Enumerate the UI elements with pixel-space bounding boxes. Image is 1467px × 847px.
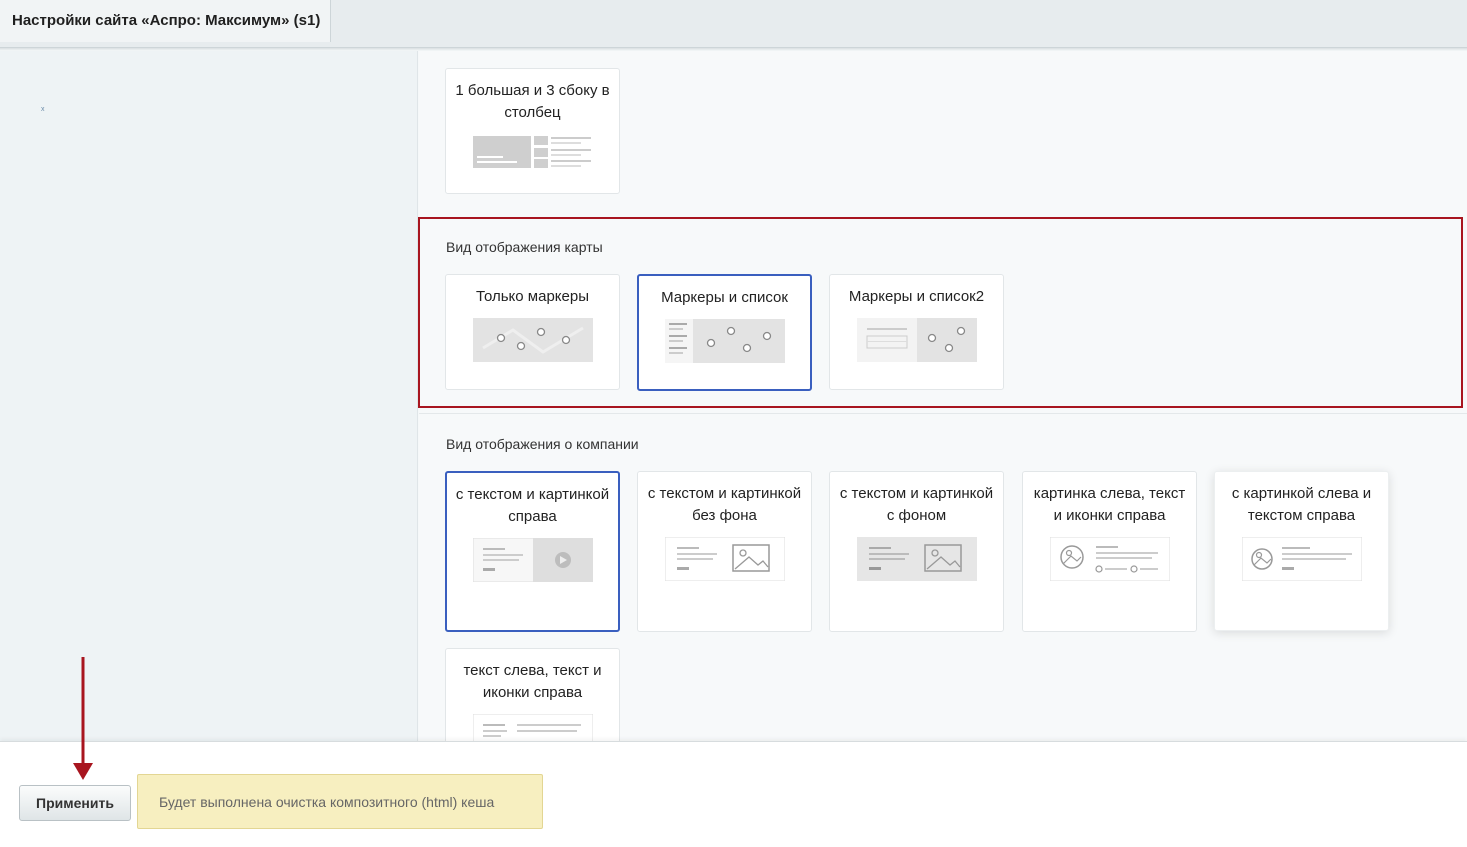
option-label: с текстом и картинкой справа [455,486,610,525]
option-label: картинка слева, текст и иконки справа [1033,485,1186,524]
option-label: с картинкой слева и текстом справа [1231,485,1372,524]
option-label: Маркеры и список2 [848,288,985,305]
map-option-markers-only[interactable]: Только маркеры [445,274,620,390]
map-list2-preview-icon [856,318,977,362]
text-image-bg-preview-icon [856,537,977,581]
left-panel-mark: х [41,106,45,113]
company-section-title: Вид отображения о компании [446,436,639,452]
option-label: 1 большая и 3 сбоку в столбец [455,82,610,121]
map-list-preview-icon [664,319,785,363]
option-1-big-3-side[interactable]: 1 большая и 3 сбоку в столбец [445,68,620,194]
red-arrow-icon [73,657,93,780]
window-title-tab[interactable]: Настройки сайта «Аспро: Максимум» (s1) [0,0,331,42]
company-option-text-image-right[interactable]: с текстом и картинкой справа [445,471,620,632]
layout-preview-icon [472,136,591,168]
top-bar: Настройки сайта «Аспро: Максимум» (s1) [0,0,1467,48]
map-option-markers-and-list[interactable]: Маркеры и список [637,274,812,391]
cache-notice: Будет выполнена очистка композитного (ht… [137,774,543,829]
company-option-image-left-text-right[interactable]: с картинкой слева и текстом справа [1214,471,1389,631]
map-preview-icon [472,318,593,362]
apply-button[interactable]: Применить [19,785,131,821]
option-label: с текстом и картинкой с фоном [839,485,994,524]
text-image-preview-icon [472,538,593,582]
image-left-text-preview-icon [1241,537,1362,581]
option-label: с текстом и картинкой без фона [647,485,802,524]
company-option-image-left-icons[interactable]: картинка слева, текст и иконки справа [1022,471,1197,632]
option-label: Маркеры и список [661,289,788,306]
company-option-text-image-with-bg[interactable]: с текстом и картинкой с фоном [829,471,1004,632]
section-separator [419,413,1467,414]
left-panel: х [0,51,418,741]
map-option-markers-and-list2[interactable]: Маркеры и список2 [829,274,1004,390]
map-section-title: Вид отображения карты [446,239,603,255]
text-image-nobg-preview-icon [664,537,785,581]
company-option-text-image-no-bg[interactable]: с текстом и картинкой без фона [637,471,812,632]
image-left-icons-preview-icon [1049,537,1170,581]
option-label: Только маркеры [475,288,589,305]
option-label: текст слева, текст и иконки справа [463,662,602,701]
